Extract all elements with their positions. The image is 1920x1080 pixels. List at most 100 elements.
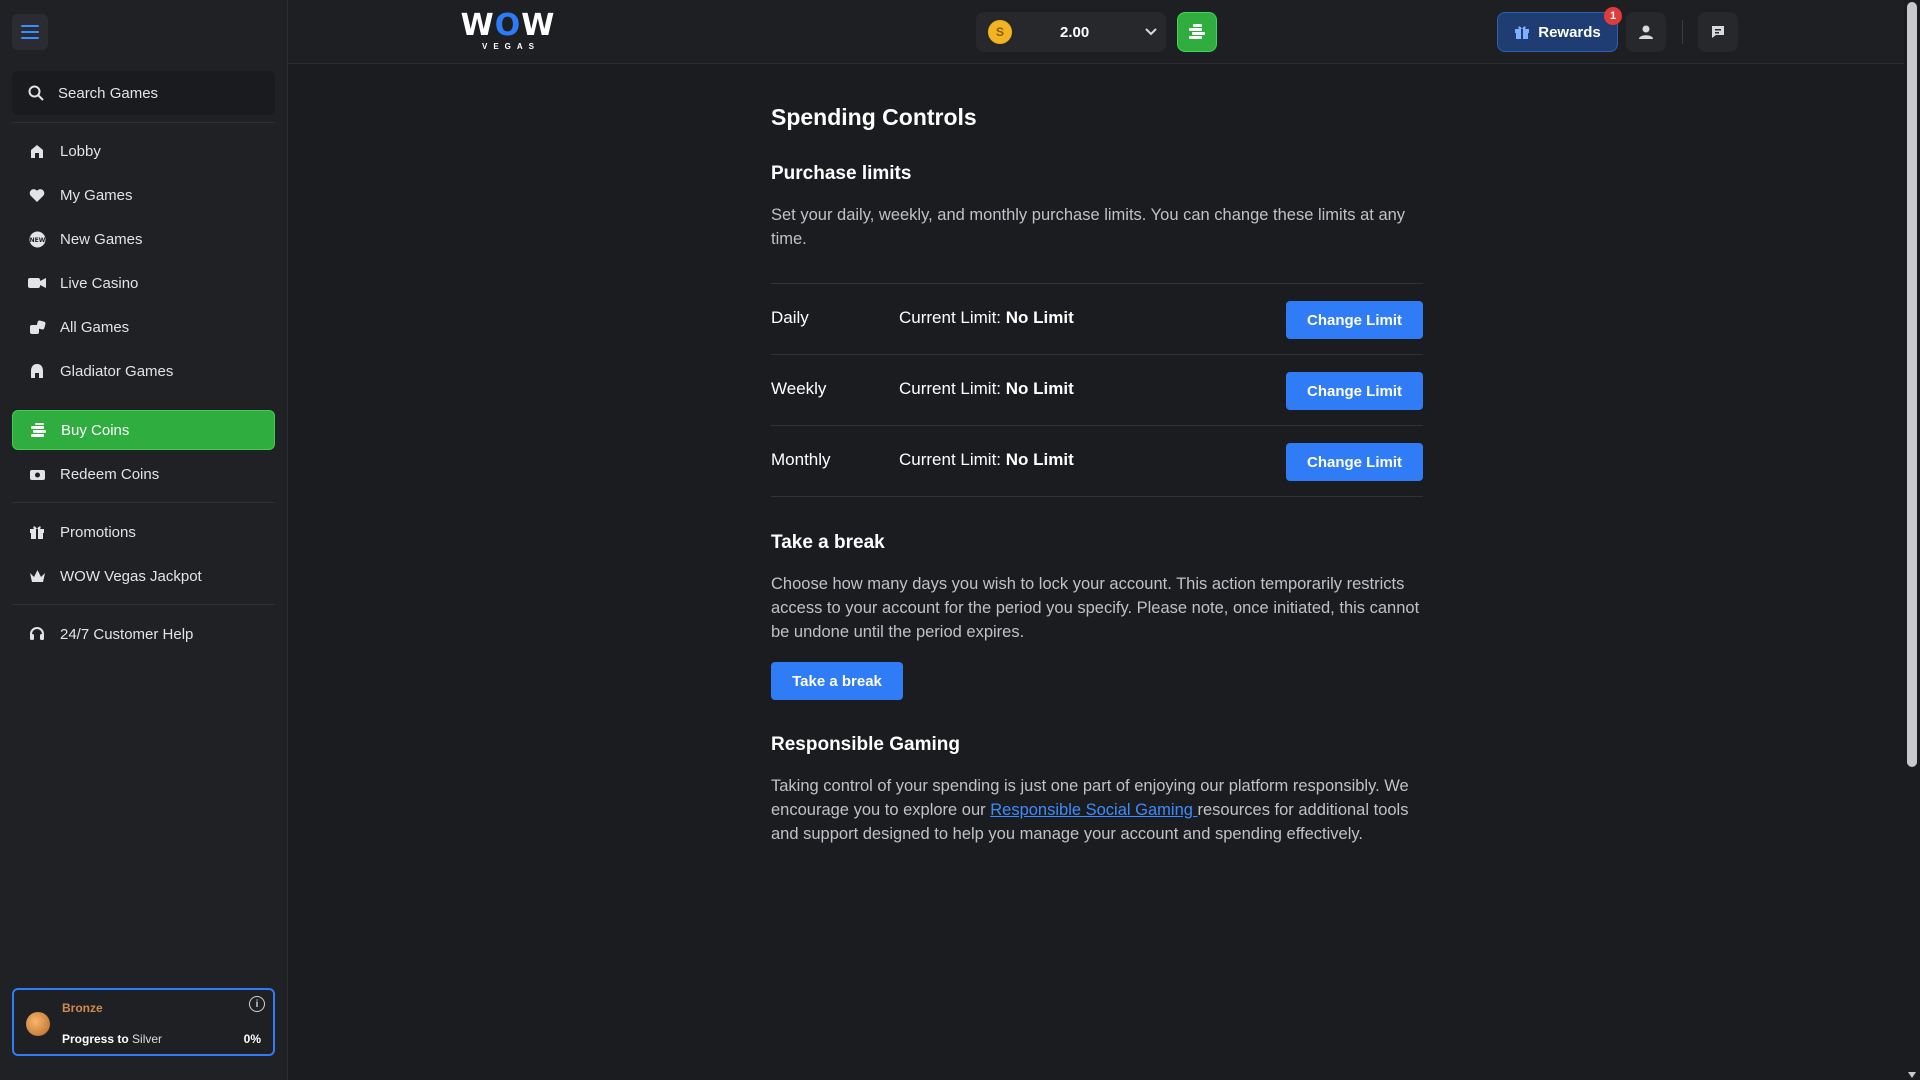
coin-balance-selector[interactable]: S 2.00 [976,12,1166,52]
limit-period: Weekly [771,379,827,398]
sidebar-item-label: All Games [60,318,130,336]
balance-amount: 2.00 [1060,23,1090,41]
limit-row-weekly: Weekly Current Limit: No Limit Change Li… [771,354,1423,425]
sidebar-item-customer-help[interactable]: 24/7 Customer Help [12,614,275,654]
top-bar: WOW VEGAS S 2.00 Rewards 1 [288,0,1904,64]
purchase-limits-description: Set your daily, weekly, and monthly purc… [771,206,1406,248]
sidebar-item-label: WOW Vegas Jackpot [60,567,202,585]
tier-progress-prefix: Progress to [62,1032,129,1046]
chevron-down-icon [1144,24,1158,43]
search-games-label: Search Games [58,84,159,102]
limit-row-monthly: Monthly Current Limit: No Limit Change L… [771,425,1423,496]
sidebar-item-label: My Games [60,186,133,204]
sidebar-item-live-casino[interactable]: Live Casino [12,263,275,303]
sidebar-item-label: Redeem Coins [60,465,160,483]
tier-progress-percent: 0% [243,1032,261,1046]
rewards-notification-badge: 1 [1604,7,1622,25]
dice-icon [28,318,46,336]
sidebar-item-label: Buy Coins [61,421,130,439]
new-badge-icon: NEW [28,230,46,248]
svg-text:NEW: NEW [29,237,45,244]
scroll-down-arrow-icon[interactable] [1908,1072,1916,1078]
chat-bubble-icon [1712,26,1724,38]
current-limit-label: Current Limit: [899,450,1002,469]
limit-period: Daily [771,308,809,327]
sidebar-divider [12,502,275,503]
limits-divider [771,496,1423,497]
limit-row-daily: Daily Current Limit: No Limit Change Lim… [771,283,1423,354]
sidebar-item-label: Live Casino [60,274,139,292]
current-limit: Current Limit: No Limit [899,450,1074,470]
sidebar-item-label: Gladiator Games [60,362,174,380]
lobby-icon [28,142,46,160]
current-limit-value: No Limit [1005,308,1074,327]
headset-icon [28,625,46,643]
responsible-gaming-heading: Responsible Gaming [771,734,960,755]
wow-vegas-logo[interactable]: WOW VEGAS [456,10,560,54]
change-limit-daily-button[interactable]: Change Limit [1286,301,1423,339]
sidebar-item-new-games[interactable]: NEW New Games [12,219,275,259]
scrollbar-thumb[interactable] [1907,2,1917,767]
sidebar-item-label: Lobby [60,142,101,160]
tier-progress-label: Progress to Silver [62,1032,162,1046]
heart-icon [28,186,46,204]
buy-coins-button[interactable] [1177,12,1217,52]
hamburger-menu-icon [21,25,39,39]
sidebar-item-buy-coins[interactable]: Buy Coins [12,410,275,450]
tier-name: Bronze [62,1001,103,1015]
header-divider [1682,20,1683,44]
rewards-label: Rewards [1538,23,1601,41]
sidebar-item-my-games[interactable]: My Games [12,175,275,215]
chat-button[interactable] [1698,12,1738,52]
info-icon[interactable]: i [249,996,265,1012]
coins-stack-icon [29,421,47,439]
sweeps-coin-icon: S [988,20,1012,44]
sidebar-item-promotions[interactable]: Promotions [12,512,275,552]
logo-subtitle: VEGAS [481,42,540,51]
take-a-break-button[interactable]: Take a break [771,662,903,700]
current-limit-value: No Limit [1005,379,1074,398]
sidebar: Search Games Lobby My Games NEW New Game… [0,0,288,1080]
change-limit-weekly-button[interactable]: Change Limit [1286,372,1423,410]
crown-icon [28,567,46,585]
sidebar-divider [12,604,275,605]
sidebar-item-lobby[interactable]: Lobby [12,131,275,171]
logo-wordmark: WOW [460,8,556,43]
sidebar-item-gladiator-games[interactable]: Gladiator Games [12,351,275,391]
purchase-limits-heading: Purchase limits [771,163,912,184]
live-casino-icon [28,274,46,292]
sidebar-item-label: Promotions [60,523,136,541]
tier-next-name: Silver [132,1032,163,1046]
user-icon [1639,25,1653,39]
redeem-icon [28,465,46,483]
search-icon [28,85,44,101]
sidebar-item-label: 24/7 Customer Help [60,625,194,643]
sidebar-item-all-games[interactable]: All Games [12,307,275,347]
tier-badge-icon [26,1012,50,1036]
current-limit: Current Limit: No Limit [899,379,1074,399]
change-limit-monthly-button[interactable]: Change Limit [1286,443,1423,481]
responsible-social-gaming-link[interactable]: Responsible Social Gaming [990,801,1197,819]
current-limit-label: Current Limit: [899,379,1002,398]
current-limit-value: No Limit [1005,450,1074,469]
take-a-break-description: Choose how many days you wish to lock yo… [771,575,1420,641]
gift-icon [1514,24,1530,40]
sidebar-divider [12,122,275,123]
coins-stack-icon [1189,24,1205,39]
current-limit: Current Limit: No Limit [899,308,1074,328]
page-scrollbar[interactable] [1904,0,1920,1080]
sidebar-item-wow-vegas-jackpot[interactable]: WOW Vegas Jackpot [12,556,275,596]
responsible-gaming-description: Taking control of your spending is just … [771,774,1423,846]
gladiator-helmet-icon [28,362,46,380]
gift-icon [28,523,46,541]
take-a-break-heading: Take a break [771,532,885,553]
loyalty-tier-card[interactable]: Bronze Progress to Silver 0% i [12,988,275,1056]
rewards-button[interactable]: Rewards [1497,12,1618,52]
limit-period: Monthly [771,450,831,469]
sidebar-item-redeem-coins[interactable]: Redeem Coins [12,454,275,494]
menu-toggle-button[interactable] [12,14,48,50]
sidebar-item-label: New Games [60,230,143,248]
search-games-input[interactable]: Search Games [12,71,275,115]
current-limit-label: Current Limit: [899,308,1002,327]
account-button[interactable] [1626,12,1666,52]
